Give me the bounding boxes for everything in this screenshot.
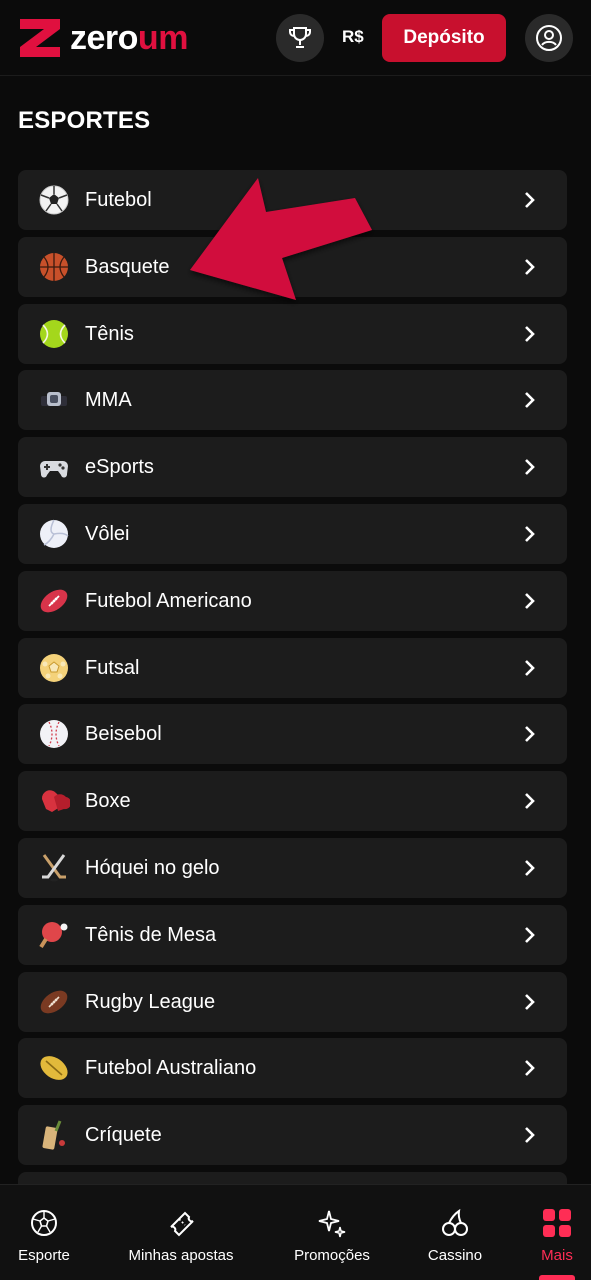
nav-item-esporte[interactable]: Esporte: [10, 1185, 78, 1280]
chevron-right-icon: [525, 192, 535, 208]
sport-item-criquete[interactable]: Críquete: [18, 1105, 567, 1166]
futsal-ball-icon: [40, 653, 68, 682]
nav-label: Minhas apostas: [128, 1247, 234, 1264]
ticket-icon: [170, 1211, 194, 1237]
top-header: zeroum R$ Depósito: [0, 0, 591, 76]
mma-belt-icon: [41, 392, 67, 407]
sport-label: Basquete: [85, 255, 170, 278]
brand-wordmark-white: zero: [70, 19, 138, 57]
chevron-right-icon: [525, 726, 535, 743]
bottom-navigation: Esporte Minhas apostas Promoções Cassino: [0, 1184, 591, 1280]
chevron-right-icon: [525, 392, 535, 409]
sport-label: eSports: [85, 456, 154, 479]
nav-item-promocoes[interactable]: Promoções: [286, 1185, 378, 1280]
aussie-rules-ball-icon: [40, 1056, 68, 1081]
nav-label: Promoções: [294, 1247, 370, 1264]
sport-item-boxe[interactable]: Boxe: [18, 771, 567, 832]
profile-button[interactable]: [525, 14, 573, 62]
chevron-right-icon: [525, 1060, 535, 1077]
gamepad-icon: [40, 461, 68, 478]
chevron-right-icon: [525, 926, 535, 943]
nav-item-cassino[interactable]: Cassino: [420, 1185, 490, 1280]
sport-item-futebol-australiano[interactable]: Futebol Australiano: [18, 1038, 567, 1099]
sport-label: MMA: [85, 389, 132, 412]
page: zeroum R$ Depósito ESPORTES Futebol Basq…: [0, 0, 591, 1280]
chevron-right-icon: [525, 526, 535, 542]
boxing-glove-icon: [41, 790, 70, 813]
sport-label: Futebol Australiano: [85, 1057, 257, 1080]
ping-pong-icon: [39, 921, 68, 948]
sport-label: Boxe: [85, 790, 131, 813]
sport-label: Tênis de Mesa: [85, 923, 217, 946]
chevron-right-icon: [525, 860, 535, 876]
sport-item-tenis-de-mesa[interactable]: Tênis de Mesa: [18, 904, 567, 965]
sport-item-volei[interactable]: Vôlei: [18, 503, 567, 564]
trophy-button[interactable]: [276, 14, 324, 62]
chevron-right-icon: [525, 793, 535, 810]
sport-item-esports[interactable]: eSports: [18, 437, 567, 498]
nav-label: Esporte: [18, 1247, 70, 1264]
sport-label: Hóquei no gelo: [85, 856, 220, 879]
rugby-ball-icon: [40, 990, 68, 1013]
sport-label: Futebol: [85, 189, 152, 211]
chevron-right-icon: [525, 592, 535, 609]
tennis-ball-icon: [40, 319, 68, 348]
hockey-sticks-icon: [42, 854, 66, 882]
cricket-bat-icon: [42, 1120, 65, 1150]
cherries-icon: [442, 1208, 468, 1236]
sport-label: Beisebol: [85, 723, 162, 746]
currency-label[interactable]: R$: [342, 27, 364, 47]
sport-label: Críquete: [85, 1124, 162, 1147]
sport-item-futebol-americano[interactable]: Futebol Americano: [18, 570, 567, 631]
soccer-ball-icon: [31, 1210, 57, 1236]
chevron-right-icon: [525, 659, 535, 676]
sport-item-hoquei-no-gelo[interactable]: Hóquei no gelo: [18, 837, 567, 898]
sport-label: Vôlei: [85, 522, 130, 545]
volleyball-icon: [40, 519, 69, 548]
brand-wordmark: zeroum: [70, 21, 188, 55]
deposit-button[interactable]: Depósito: [382, 14, 506, 62]
nav-item-minhas-apostas[interactable]: Minhas apostas: [118, 1185, 244, 1280]
sport-item-tenis[interactable]: Tênis: [18, 303, 567, 364]
sport-label: Futebol Americano: [85, 589, 252, 612]
baseball-icon: [40, 720, 68, 749]
brand-logo[interactable]: zeroum: [18, 16, 188, 60]
section-title-esportes: ESPORTES: [18, 107, 151, 134]
sport-label: Tênis: [85, 322, 134, 345]
soccer-ball-icon: [39, 185, 69, 215]
american-football-icon: [40, 589, 68, 613]
brand-wordmark-red: um: [137, 19, 189, 57]
chevron-right-icon: [525, 1127, 535, 1144]
grid-icon: [543, 1209, 571, 1237]
nav-label: Cassino: [427, 1247, 483, 1264]
sports-list: Futebol Basquete Tênis MMA eSports Vôlei…: [18, 170, 567, 1193]
trophy-icon: [289, 27, 311, 48]
user-icon: [536, 25, 562, 51]
nav-label: Mais: [541, 1247, 573, 1264]
chevron-right-icon: [525, 325, 535, 342]
sport-label: Futsal: [85, 656, 140, 679]
basketball-icon: [40, 252, 68, 281]
sport-item-rugby-league[interactable]: Rugby League: [18, 971, 567, 1032]
chevron-right-icon: [525, 993, 535, 1010]
chevron-right-icon: [525, 258, 535, 275]
active-indicator: [539, 1275, 575, 1280]
zeroum-logo-mark: [20, 19, 60, 57]
sport-label: Rugby League: [85, 990, 216, 1013]
sport-item-mma[interactable]: MMA: [18, 370, 567, 431]
sport-item-beisebol[interactable]: Beisebol: [18, 704, 567, 765]
annotation-arrow: [190, 178, 372, 300]
sparkles-icon: [318, 1210, 346, 1238]
sport-item-futsal[interactable]: Futsal: [18, 637, 567, 698]
nav-item-mais[interactable]: Mais: [530, 1185, 584, 1280]
chevron-right-icon: [525, 459, 535, 476]
